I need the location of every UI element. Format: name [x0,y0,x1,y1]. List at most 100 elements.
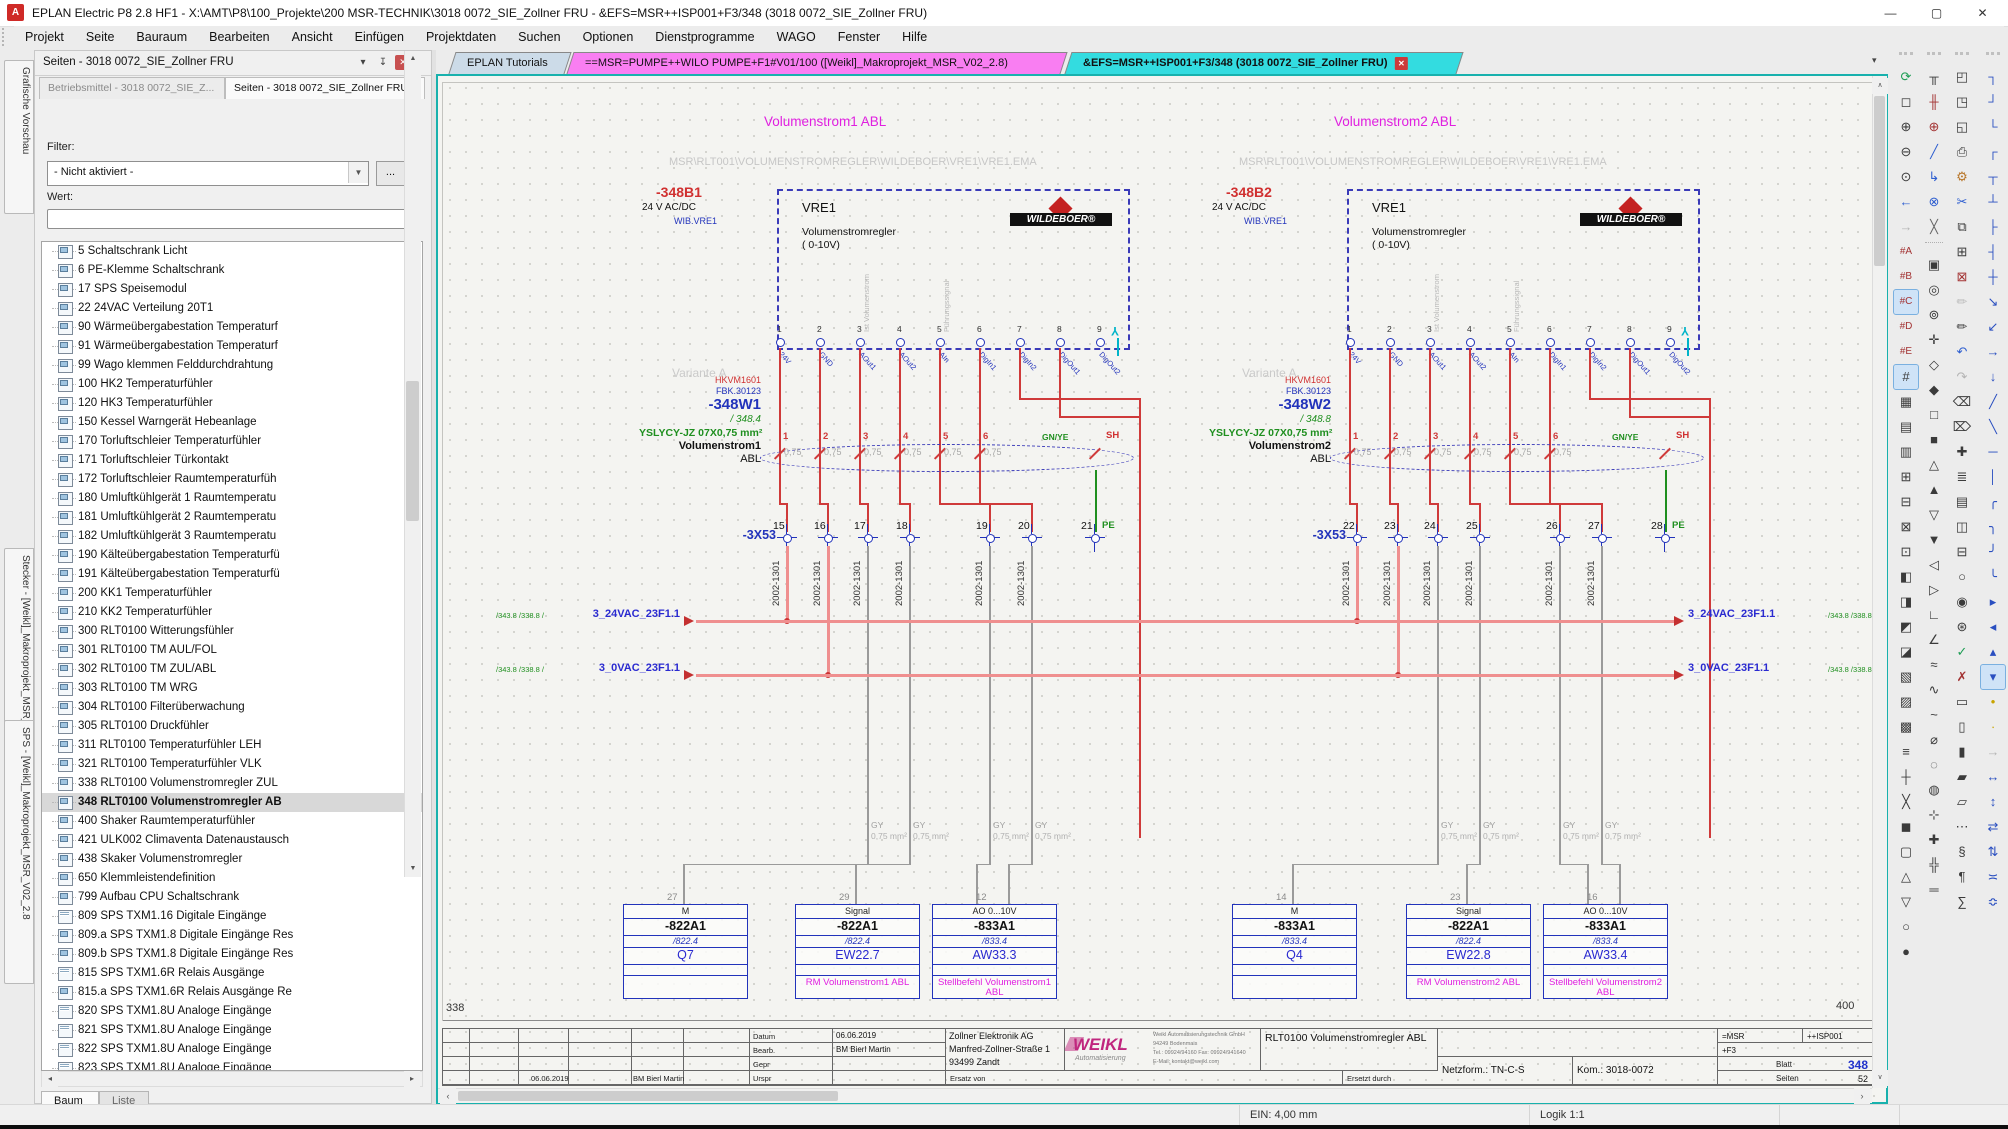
t-node-down-icon[interactable]: ┬ [1981,165,2005,189]
tool-icon[interactable]: ◉ [1950,590,1974,614]
tool-icon[interactable]: ⊟ [1894,490,1918,514]
tree-item[interactable]: 421 ULK002 Climaventa Datenaustausch [42,831,422,850]
tool-icon[interactable]: ▢ [1894,840,1918,864]
terminal-circle[interactable] [1091,534,1100,543]
tool-icon[interactable]: ⌦ [1950,415,1974,439]
toolbar-drag-handle[interactable] [1955,52,1969,63]
page-preview-icon[interactable]: ◱ [1950,115,1974,139]
tool-icon[interactable]: ◼ [1894,815,1918,839]
close-button[interactable]: ✕ [1960,0,2005,26]
tree-item[interactable]: 150 Kessel Warngerät Hebeanlage [42,413,422,432]
menu-projektdaten[interactable]: Projektdaten [415,26,507,50]
tool-icon[interactable]: ╱ [1981,390,2005,414]
tool-icon[interactable]: ▴ [1981,640,2005,664]
tool-icon[interactable]: ≍ [1981,865,2005,889]
tree-item[interactable]: 809.a SPS TXM1.8 Digitale Eingänge Res [42,926,422,945]
dock-tab-sps[interactable]: SPS - [Weikl]_Makroprojekt_MSR_V02_2.8 [4,720,34,984]
tree-item[interactable]: 91 Wärmeübergabestation Temperaturf [42,337,422,356]
canvas-vscroll-thumb[interactable] [1874,96,1885,266]
tool-icon[interactable]: ✚ [1922,828,1946,852]
menu-projekt[interactable]: Projekt [14,26,75,50]
tool-icon[interactable]: ⌫ [1950,390,1974,414]
tool-icon[interactable]: ▷ [1922,578,1946,602]
menu-bauraum[interactable]: Bauraum [125,26,198,50]
tree-item[interactable]: 182 Umluftkühlgerät 3 Raumtemperatu [42,527,422,546]
toolbar-drag-handle[interactable] [1899,52,1913,63]
tool-icon[interactable]: → [1981,340,2005,364]
tool-icon[interactable]: □ [1922,403,1946,427]
panel-pin-icon[interactable]: ↧ [375,55,391,70]
tree-item[interactable]: 210 KK2 Temperaturfühler [42,603,422,622]
tool-icon[interactable]: ⊡ [1894,540,1918,564]
tree-item[interactable]: 650 Klemmleistendefinition [42,869,422,888]
snap-to-grid-icon[interactable]: # [1894,365,1918,389]
tool-icon[interactable]: → [1981,740,2005,764]
grid-b-icon[interactable]: #B [1894,265,1918,289]
tool-icon[interactable]: ⊟ [1950,540,1974,564]
tree-item[interactable]: 304 RLT0100 Filterüberwachung [42,698,422,717]
tool-icon[interactable]: ◧ [1894,565,1918,589]
terminal-circle[interactable] [824,534,833,543]
tool-icon[interactable]: ⊛ [1950,615,1974,639]
junction-icon[interactable]: ⊗ [1922,190,1946,214]
next-view-icon[interactable]: → [1894,215,1918,239]
tool-icon[interactable]: ┼ [1894,765,1918,789]
wert-input[interactable] [47,209,411,229]
error-icon[interactable]: ✗ [1950,665,1974,689]
tool-icon[interactable]: │ [1981,465,2005,489]
tool-icon[interactable]: ⊞ [1894,465,1918,489]
tool-icon[interactable]: ▸ [1981,590,2005,614]
tree-item[interactable]: 303 RLT0100 TM WRG [42,679,422,698]
tool-icon[interactable]: △ [1922,453,1946,477]
tool-icon[interactable]: ⊹ [1922,803,1946,827]
tree-item[interactable]: 799 Aufbau CPU Schaltschrank [42,888,422,907]
tree-item[interactable]: 348 RLT0100 Volumenstromregler AB [42,793,422,812]
tool-icon[interactable]: ○ [1894,915,1918,939]
tree-item[interactable]: 301 RLT0100 TM AUL/FOL [42,641,422,660]
tree-item[interactable]: 815 SPS TXM1.6R Relais Ausgänge [42,964,422,983]
tool-icon[interactable]: ▰ [1950,765,1974,789]
tool-icon[interactable]: ╳ [1894,790,1918,814]
tool-icon[interactable]: ◩ [1894,615,1918,639]
copy-icon[interactable]: ⧉ [1950,215,1974,239]
window-cascade-icon[interactable]: ◳ [1950,90,1974,114]
minimize-button[interactable]: — [1868,0,1913,26]
tool-icon[interactable]: ▼ [1922,528,1946,552]
tree-item[interactable]: 90 Wärmeübergabestation Temperaturf [42,318,422,337]
cut-icon[interactable]: ✂ [1950,190,1974,214]
tree-item[interactable]: 171 Torluftschleier Türkontakt [42,451,422,470]
tree-item[interactable]: 820 SPS TXM1.8U Analoge Eingänge [42,1002,422,1021]
menu-fenster[interactable]: Fenster [827,26,891,50]
node-icon[interactable]: ⊕ [1922,115,1946,139]
scroll-down-icon[interactable]: ▼ [405,861,421,877]
tool-icon[interactable]: ⊠ [1894,515,1918,539]
maximize-button[interactable]: ▢ [1914,0,1959,26]
tool-icon[interactable]: ≈ [1922,653,1946,677]
corner-up-right-icon[interactable]: └ [1981,115,2005,139]
document-tab[interactable]: ==MSR=PUMPE++WILO PUMPE+F1#V01/100 ([Wei… [566,52,1067,74]
tool-icon[interactable]: ✚ [1950,440,1974,464]
terminal-circle[interactable] [1434,534,1443,543]
canvas-hscroll-thumb[interactable] [458,1091,838,1101]
tool-icon[interactable]: ◪ [1894,640,1918,664]
corner-down-left-icon[interactable]: ┐ [1981,65,2005,89]
terminal-circle[interactable] [1476,534,1485,543]
zoom-in-icon[interactable]: ⊕ [1894,115,1918,139]
menu-bearbeiten[interactable]: Bearbeiten [198,26,280,50]
tree-item[interactable]: 338 RLT0100 Volumenstromregler ZUL [42,774,422,793]
tool-icon[interactable]: ◫ [1950,515,1974,539]
format-painter-icon[interactable]: ✏ [1950,290,1974,314]
tool-icon[interactable]: ╭ [1981,490,2005,514]
device-box[interactable]: AO 0...10V-833A1/833.4AW33.3Stellbefehl … [932,904,1057,999]
undo-icon[interactable]: ↶ [1950,340,1974,364]
tool-icon[interactable]: ∙ [1981,715,2005,739]
tree-item[interactable]: 302 RLT0100 TM ZUL/ABL [42,660,422,679]
t-node-left-icon[interactable]: ┤ [1981,240,2005,264]
menu-optionen[interactable]: Optionen [572,26,645,50]
device-box[interactable]: Signal-822A1/822.4EW22.8RM Volumenstrom2… [1406,904,1531,999]
tab-close-icon[interactable]: ✕ [1395,57,1408,70]
tree-item[interactable]: 400 Shaker Raumtemperaturfühler [42,812,422,831]
tool-icon[interactable]: ▥ [1894,440,1918,464]
tool-icon[interactable]: ◆ [1922,378,1946,402]
tool-icon[interactable]: ╰ [1981,565,2005,589]
